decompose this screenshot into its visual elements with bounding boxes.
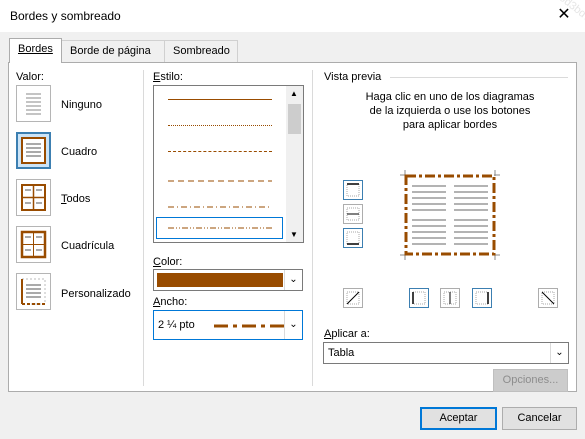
close-button[interactable]: ✕ bbox=[555, 6, 573, 24]
border-box-icon[interactable] bbox=[16, 132, 51, 169]
setting-option-cuadricula[interactable]: Cuadrícula bbox=[61, 240, 114, 252]
inside-vertical-border-button[interactable] bbox=[440, 288, 460, 308]
ok-button[interactable]: Aceptar bbox=[420, 407, 497, 430]
border-all-icon[interactable] bbox=[16, 179, 51, 216]
color-label: Color: bbox=[153, 256, 183, 268]
tab-label: Bordes bbox=[18, 43, 53, 55]
line-style-long-dash[interactable] bbox=[168, 174, 272, 186]
column-divider bbox=[312, 70, 313, 386]
preview-label: Vista previa bbox=[324, 71, 382, 83]
style-label: Estilo: bbox=[153, 71, 183, 83]
setting-label: Valor: bbox=[16, 71, 44, 83]
apply-to-dropdown[interactable]: Tabla ⌄ bbox=[323, 342, 569, 364]
cancel-button[interactable]: Cancelar bbox=[502, 407, 577, 430]
preview-diagram[interactable] bbox=[400, 170, 500, 263]
line-style-dashed[interactable] bbox=[168, 151, 272, 152]
width-value: 2 ¼ pto bbox=[158, 319, 195, 331]
width-dropdown[interactable]: 2 ¼ pto ⌄ bbox=[153, 310, 303, 340]
right-border-button[interactable] bbox=[472, 288, 492, 308]
dialog-title: Bordes y sombreado bbox=[10, 9, 121, 23]
apply-to-value: Tabla bbox=[328, 347, 355, 359]
chevron-down-icon[interactable]: ⌄ bbox=[550, 343, 568, 363]
bottom-border-button[interactable] bbox=[343, 228, 363, 248]
setting-option-cuadro[interactable]: Cuadro bbox=[61, 146, 97, 158]
tab-label: Borde de página bbox=[70, 45, 151, 57]
preview-hint: Haga clic en uno de los diagramas de la … bbox=[365, 91, 535, 131]
column-divider bbox=[143, 70, 144, 386]
inside-horizontal-border-button[interactable] bbox=[343, 204, 363, 224]
tab-label: Sombreado bbox=[173, 45, 230, 57]
color-swatch bbox=[157, 273, 283, 287]
setting-option-ninguno[interactable]: Ninguno bbox=[61, 99, 102, 111]
setting-option-todos[interactable]: Todos bbox=[61, 193, 90, 205]
line-style-dash-dot[interactable] bbox=[168, 200, 272, 212]
color-dropdown[interactable]: ⌄ bbox=[153, 269, 303, 291]
border-none-icon[interactable] bbox=[16, 85, 51, 122]
tab-sombreado[interactable]: Sombreado bbox=[164, 40, 238, 62]
diagonal-up-border-button[interactable] bbox=[538, 288, 558, 308]
apply-to-label: Aplicar a: bbox=[324, 328, 370, 340]
border-grid-icon[interactable] bbox=[16, 226, 51, 263]
border-custom-icon[interactable] bbox=[16, 273, 51, 310]
setting-option-personalizado[interactable]: Personalizado bbox=[61, 288, 131, 300]
top-border-button[interactable] bbox=[343, 180, 363, 200]
left-border-button[interactable] bbox=[409, 288, 429, 308]
line-style-scrollbar[interactable]: ▲ ▼ bbox=[286, 86, 303, 242]
chevron-down-icon[interactable]: ⌄ bbox=[284, 311, 302, 339]
line-style-selected-item[interactable] bbox=[156, 217, 283, 239]
line-style-list[interactable]: ▲ ▼ bbox=[153, 85, 304, 243]
scroll-up-icon[interactable]: ▲ bbox=[290, 89, 298, 98]
chevron-down-icon[interactable]: ⌄ bbox=[284, 270, 302, 290]
options-button[interactable]: Opciones... bbox=[493, 369, 568, 392]
line-style-dotted[interactable] bbox=[168, 125, 272, 126]
scroll-down-icon[interactable]: ▼ bbox=[290, 230, 298, 239]
preview-label-rule bbox=[390, 77, 568, 78]
tab-bordes[interactable]: Bordes bbox=[9, 38, 62, 63]
line-style-solid[interactable] bbox=[168, 99, 272, 100]
width-label: Ancho: bbox=[153, 296, 188, 308]
scroll-thumb[interactable] bbox=[288, 104, 301, 134]
tab-borde-de-pagina[interactable]: Borde de página bbox=[61, 40, 165, 62]
diagonal-down-border-button[interactable] bbox=[343, 288, 363, 308]
